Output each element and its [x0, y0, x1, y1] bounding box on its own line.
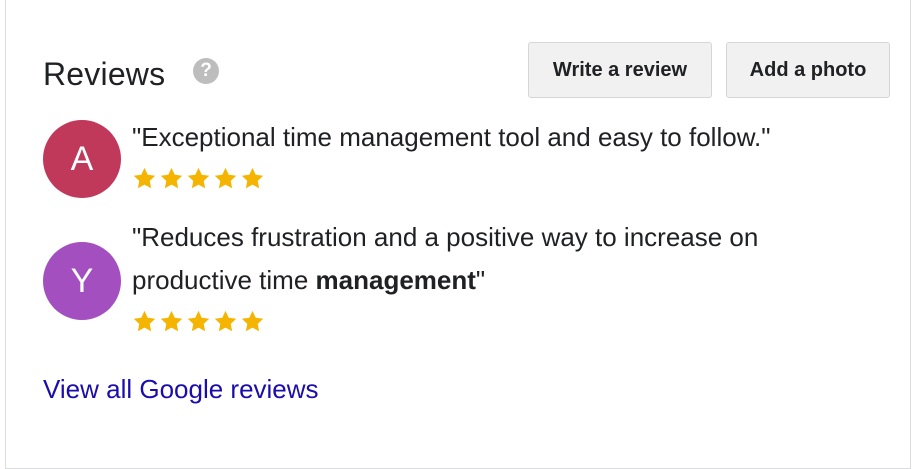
star-icon: [241, 167, 264, 189]
star-icon: [160, 310, 183, 332]
star-icon: [160, 167, 183, 189]
review-quote-line-2: productive time: [132, 265, 316, 295]
star-rating: [132, 309, 265, 334]
add-photo-button[interactable]: Add a photo: [726, 42, 890, 98]
review-text: "Reduces frustration and a positive way …: [132, 216, 758, 302]
reviews-panel: Reviews ? Write a review Add a photo A "…: [5, 0, 911, 469]
star-icon: [187, 167, 210, 189]
avatar: Y: [43, 242, 121, 320]
review-quote-end: ": [475, 265, 486, 295]
star-icon: [214, 167, 237, 189]
star-icon: [133, 167, 156, 189]
help-icon[interactable]: ?: [193, 58, 219, 84]
review-text: "Exceptional time management tool and ea…: [132, 116, 771, 159]
avatar-letter: A: [70, 140, 94, 178]
star-icon: [187, 310, 210, 332]
view-all-reviews-link[interactable]: View all Google reviews: [43, 369, 319, 409]
star-icon: [214, 310, 237, 332]
reviews-title: Reviews: [43, 56, 166, 92]
review-quote-line-1: "Reduces frustration and a positive way …: [132, 222, 759, 252]
avatar: A: [43, 120, 121, 198]
star-rating: [132, 166, 265, 191]
review-quote: "Exceptional time management tool and ea…: [132, 122, 771, 152]
write-review-button[interactable]: Write a review: [528, 42, 712, 98]
star-icon: [133, 310, 156, 332]
review-quote-emphasis: management: [315, 265, 476, 295]
avatar-letter: Y: [70, 262, 94, 300]
star-icon: [241, 310, 264, 332]
